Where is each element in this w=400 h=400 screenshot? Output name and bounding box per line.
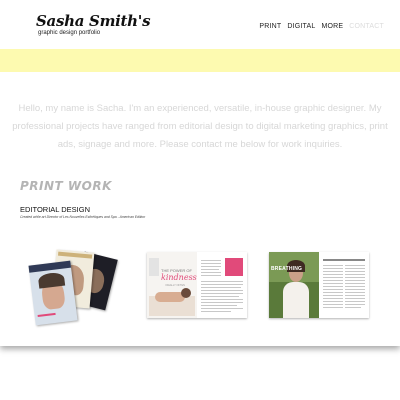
article-text-column [321,256,367,316]
article-text-column [199,256,245,316]
logo-name: Sasha Smith's [36,12,151,30]
magazine-cover-front [28,260,78,326]
portfolio-page: Sasha Smith's graphic design portfolio P… [0,0,400,346]
nav-more[interactable]: MORE [321,23,343,30]
site-logo[interactable]: Sasha Smith's graphic design portfolio [36,12,151,37]
yellow-banner [0,49,400,72]
magazine-spread: THE POWER OF kindness I REALLY OFTEN [147,252,247,318]
section-title: PRINT WORK [20,179,112,193]
logo-tagline: graphic design portfolio [38,30,101,36]
thumbnail-breathing-spread[interactable]: BREATHING [269,252,369,318]
section-caption: Created while art Director of Les Nouvel… [20,215,146,219]
spread-headline: BREATHING [271,266,303,272]
spread-script-title: kindness [161,273,197,282]
spread-tagline: I REALLY OFTEN [165,284,185,287]
section-subtitle: EDITORIAL DESIGN [20,205,91,214]
main-nav: PRINT DIGITAL MORE CONTACT [259,23,384,30]
spa-photo: THE POWER OF kindness I REALLY OFTEN [147,252,197,318]
nav-digital[interactable]: DIGITAL [287,23,315,30]
thumbnail-kindness-spread[interactable]: THE POWER OF kindness I REALLY OFTEN [147,252,247,318]
portrait-photo: BREATHING [269,252,319,318]
intro-text: Hello, my name is Sacha. I'm an experien… [12,103,388,150]
magazine-spread: BREATHING [269,252,369,318]
nav-print[interactable]: PRINT [259,23,281,30]
thumbnail-magazine-covers[interactable] [26,245,118,327]
nav-contact[interactable]: CONTACT [349,23,384,30]
